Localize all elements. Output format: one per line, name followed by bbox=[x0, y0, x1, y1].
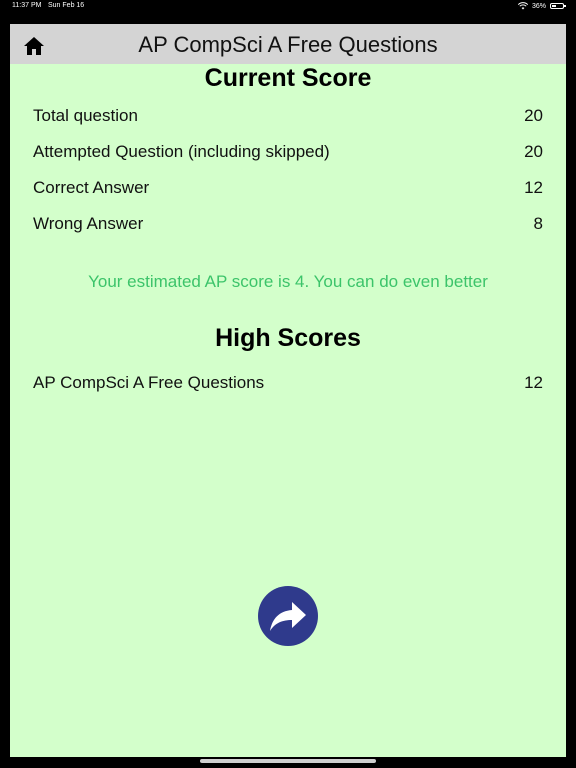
status-indicators: 36% bbox=[517, 2, 566, 10]
battery-percent: 36% bbox=[531, 2, 546, 10]
nav-bar: AP CompSci A Free Questions bbox=[10, 24, 566, 64]
status-date: Sun Feb 16 bbox=[48, 2, 85, 9]
share-forward-icon bbox=[270, 602, 306, 631]
current-score-title: Current Score bbox=[204, 64, 372, 92]
high-score-label: AP CompSci A Free Questions bbox=[33, 373, 265, 392]
estimated-score-message: Your estimated AP score is 4. You can do… bbox=[88, 272, 488, 291]
score-value: 8 bbox=[533, 214, 543, 233]
score-label: Wrong Answer bbox=[33, 214, 144, 233]
high-score-row: AP CompSci A Free Questions 12 bbox=[33, 373, 543, 397]
wifi-icon bbox=[517, 2, 528, 10]
high-scores-title: High Scores bbox=[215, 324, 361, 352]
score-row-attempted: Attempted Question (including skipped) 2… bbox=[33, 142, 543, 166]
score-row-correct: Correct Answer 12 bbox=[33, 178, 543, 202]
score-label: Correct Answer bbox=[33, 178, 150, 197]
battery-icon bbox=[550, 3, 566, 9]
app-screen: AP CompSci A Free Questions Current Scor… bbox=[10, 24, 566, 757]
next-button[interactable] bbox=[258, 586, 318, 646]
page-title: AP CompSci A Free Questions bbox=[138, 32, 438, 57]
score-row-total: Total question 20 bbox=[33, 106, 543, 130]
score-label: Total question bbox=[33, 106, 138, 125]
score-value: 12 bbox=[524, 178, 543, 197]
high-score-value: 12 bbox=[524, 373, 543, 392]
score-value: 20 bbox=[524, 106, 543, 125]
status-bar: 11:37 PM Sun Feb 16 36% bbox=[0, 0, 576, 13]
status-time: 11:37 PM bbox=[12, 2, 42, 9]
score-row-wrong: Wrong Answer 8 bbox=[33, 214, 543, 238]
score-value: 20 bbox=[524, 142, 543, 161]
score-label: Attempted Question (including skipped) bbox=[33, 142, 330, 161]
home-indicator bbox=[200, 759, 376, 763]
